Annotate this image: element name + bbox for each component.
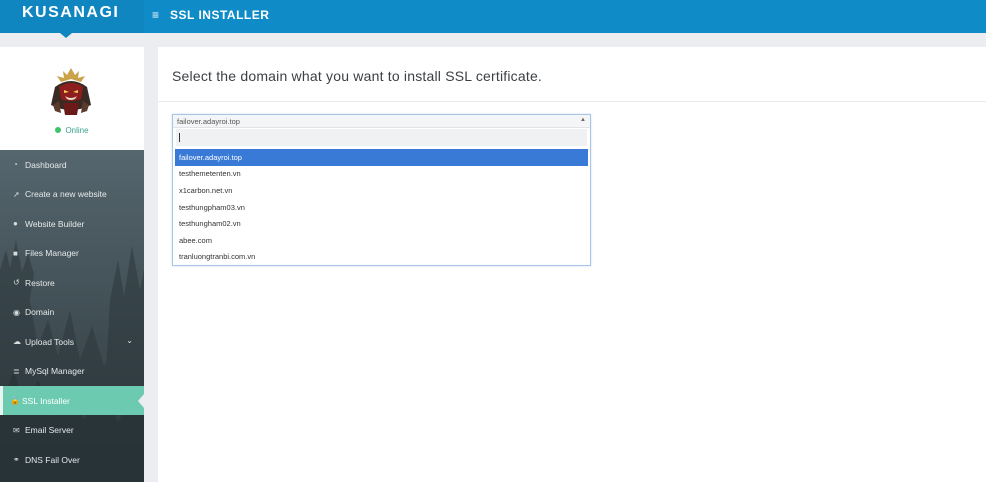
sidebar-item-mysql-manager[interactable]: ≣ MySql Manager [0,357,144,386]
domain-search-input[interactable] [176,129,587,146]
domain-option[interactable]: abee.com [175,232,588,249]
sidebar-item-files-manager[interactable]: ■ Files Manager [0,239,144,268]
sidebar-item-domain[interactable]: ◉ Domain [0,298,144,327]
sidebar-item-create-a-new-website[interactable]: ➚ Create a new website [0,180,144,209]
sidebar: Online ◔ Dashboard ➚ Create a new website ● W… [0,47,144,482]
logo-notch [60,33,72,38]
builder-icon: ● [13,219,18,228]
lock-icon: 🔒 [10,396,20,405]
cloud-upload-icon: ☁ [13,337,21,346]
logo-area[interactable]: KUSANAGI [0,0,144,33]
status-dot-icon [55,127,62,133]
sidebar-item-website-builder[interactable]: ● Website Builder [0,209,144,238]
sidebar-item-restore[interactable]: ↺ Restore [0,268,144,297]
status-label: Online [65,126,89,135]
database-icon: ≣ [13,366,20,376]
top-bar: KUSANAGI ≡ SSL INSTALLER [0,0,986,33]
domain-options-list: failover.adayroi.top testhemetenten.vn x1c… [175,149,588,265]
link-icon: ⚭ [13,455,20,464]
sidebar-item-label: Website Builder [25,218,85,229]
profile-card: Online [0,47,144,150]
domain-select-current[interactable]: failover.adayroi.top ▲ [173,115,590,128]
rocket-icon: ➚ [13,189,20,199]
selected-domain: failover.adayroi.top [177,117,240,126]
envelope-icon: ✉ [13,425,20,435]
domain-option[interactable]: tranluongtranbi.com.vn [175,249,588,266]
divider [158,101,986,102]
domain-option[interactable]: testhemetenten.vn [175,166,588,183]
page-heading: Select the domain what you want to insta… [172,68,543,84]
caret-up-icon[interactable]: ▲ [580,117,586,123]
sidebar-item-label: MySql Manager [25,366,85,376]
logo: KUSANAGI [22,4,120,21]
dashboard-icon: ◔ [13,160,18,169]
sidebar-item-label: Email Server [25,425,74,435]
domain-option[interactable]: x1carbon.net.vn [175,182,588,199]
sidebar-item-email-server[interactable]: ✉ Email Server [0,416,144,445]
chevron-down-icon[interactable]: ⌄ [126,336,133,345]
globe-icon: ◉ [13,307,20,317]
domain-option[interactable]: failover.adayroi.top [175,149,588,166]
folder-icon: ■ [13,248,18,258]
domain-select-dropdown[interactable]: failover.adayroi.top ▲ failover.adayroi.… [172,114,591,266]
domain-option[interactable]: testhungpham03.vn [175,199,588,216]
sidebar-item-label: Domain [25,307,55,317]
sidebar-item-label: Files Manager [25,248,79,258]
restore-icon: ↺ [13,278,20,287]
sidebar-nav: ◔ Dashboard ➚ Create a new website ● Website … [0,150,144,482]
sidebar-item-label: DNS Fail Over [25,454,80,465]
sidebar-item-label: SSL Installer [22,395,70,406]
page-title: SSL INSTALLER [170,8,270,22]
sidebar-item-label: Restore [25,277,55,288]
text-cursor [179,133,180,142]
samurai-avatar-icon [51,68,91,115]
active-indicator [138,394,144,408]
sidebar-item-upload-tools[interactable]: ☁ Upload Tools ⌄ [0,327,144,356]
online-status: Online [0,126,144,135]
sidebar-item-dns-fail-over[interactable]: ⚭ DNS Fail Over [0,445,144,474]
sidebar-item-dashboard[interactable]: ◔ Dashboard [0,150,144,179]
sidebar-item-label: Create a new website [25,189,107,199]
main-panel: Select the domain what you want to insta… [158,47,986,482]
sidebar-item-label: Dashboard [25,159,67,170]
menu-toggle-icon[interactable]: ≡ [152,9,159,21]
sidebar-item-ssl-installer[interactable]: 🔒 SSL Installer [0,386,144,415]
sidebar-item-label: Upload Tools [25,336,74,347]
domain-option[interactable]: testhungham02.vn [175,215,588,232]
